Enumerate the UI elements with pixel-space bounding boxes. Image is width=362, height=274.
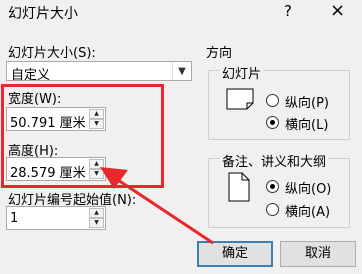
annotation-arrow-shaft	[117, 178, 214, 245]
annotation-highlight-box	[1, 84, 164, 188]
annotation-overlay	[1, 84, 214, 245]
